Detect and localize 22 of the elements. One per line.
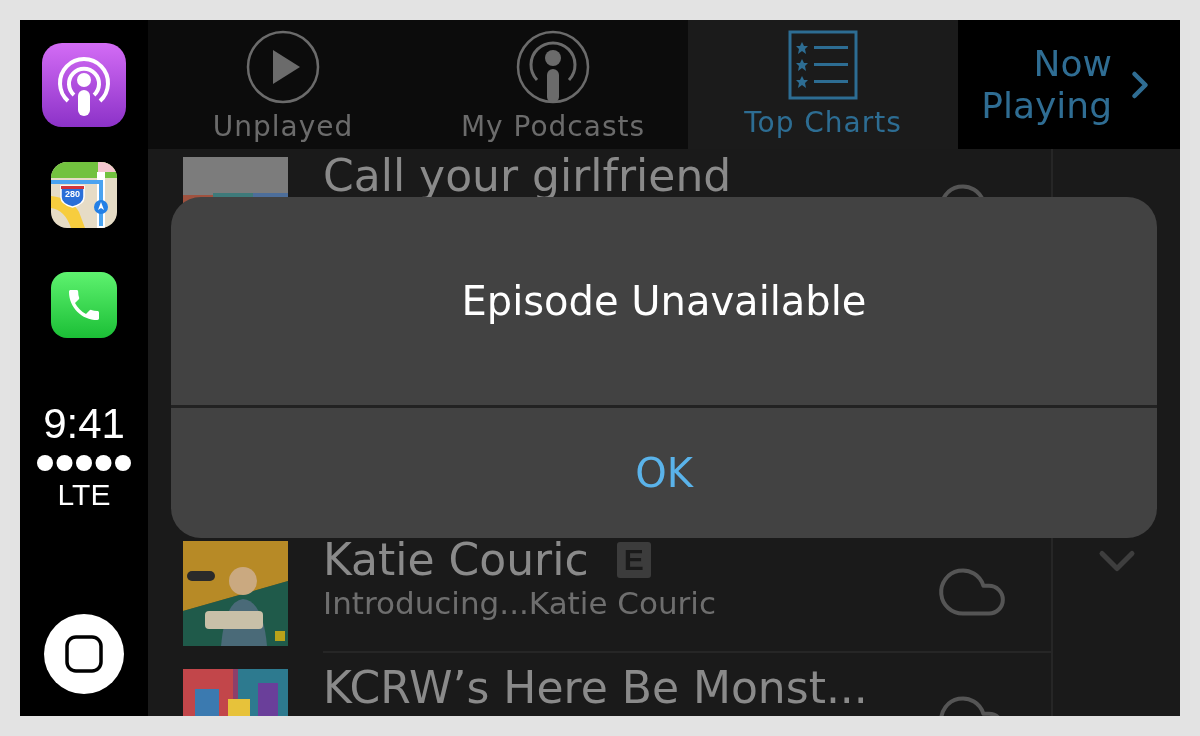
map-drawing (51, 162, 117, 228)
rounded-square-icon (65, 635, 103, 673)
tab[interactable]: Unplayed (148, 20, 418, 149)
podcasts-app-icon[interactable] (42, 43, 126, 127)
tab[interactable]: Top Charts (688, 20, 958, 149)
clock: 9:41 (43, 400, 125, 448)
now-playing-button[interactable]: Now Playing (958, 20, 1180, 149)
play-icon (246, 30, 320, 104)
episode-subtitle: Introducing...Katie Couric (323, 584, 716, 623)
episode-title: KCRW’s Here Be Monst... (323, 665, 868, 711)
ranked-list-icon (788, 30, 858, 100)
podcast-icon (516, 30, 590, 104)
signal-dots-icon (36, 454, 132, 472)
alert-title: Episode Unavailable (461, 278, 867, 324)
network-type: LTE (57, 478, 111, 512)
episode-title: Call your girlfriend (323, 153, 732, 199)
tab[interactable]: My Podcasts (418, 20, 688, 149)
maps-app-icon[interactable]: 280 (51, 162, 117, 228)
highway-shield-number: 280 (64, 189, 81, 199)
phone-app-icon[interactable] (51, 272, 117, 338)
ok-button[interactable]: OK (171, 408, 1157, 538)
episode-title: Katie Couric (323, 537, 589, 583)
